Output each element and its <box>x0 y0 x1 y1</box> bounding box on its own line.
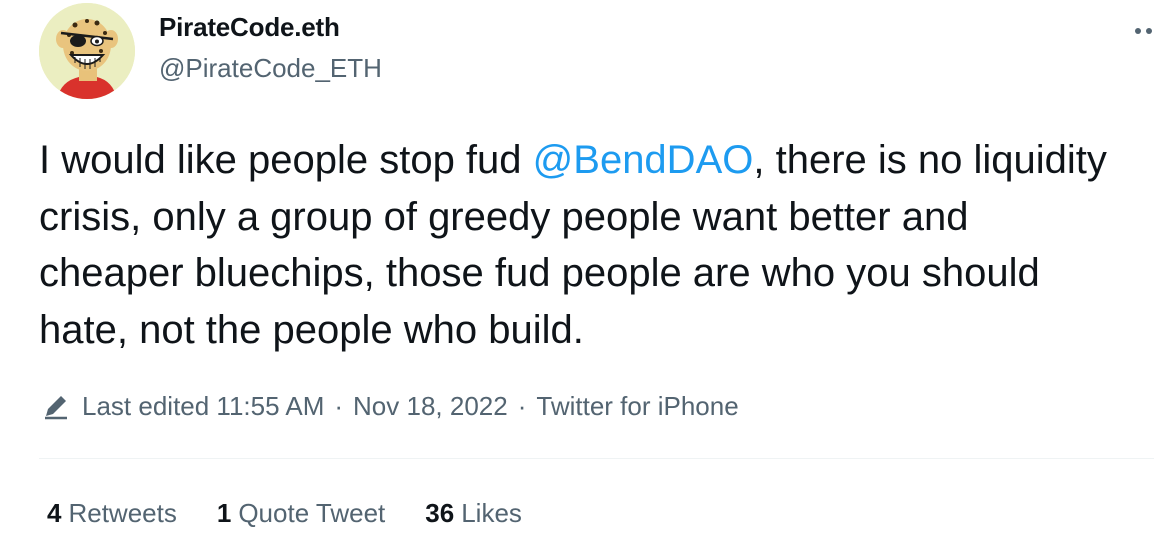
last-edited-link[interactable]: Last edited 11:55 AM <box>82 391 324 422</box>
tweet-meta: Last edited 11:55 AM · Nov 18, 2022 · Tw… <box>42 388 739 424</box>
meta-separator: · <box>517 390 527 421</box>
tweet-stats: 4 Retweets 1 Quote Tweet 36 Likes <box>47 495 562 531</box>
quote-tweets-label: Quote Tweet <box>238 497 386 528</box>
quote-tweets-stat[interactable]: 1 Quote Tweet <box>217 498 385 529</box>
tweet-date-link[interactable]: Nov 18, 2022 <box>353 391 508 422</box>
retweets-stat[interactable]: 4 Retweets <box>47 498 177 529</box>
tweet-source-link[interactable]: Twitter for iPhone <box>536 391 738 422</box>
more-options-icon[interactable] <box>1132 10 1154 40</box>
tweet-text-before: I would like people stop fud <box>39 138 533 182</box>
quote-tweets-count: 1 <box>216 497 232 528</box>
likes-stat[interactable]: 36 Likes <box>425 498 522 529</box>
retweets-label: Retweets <box>68 497 177 528</box>
likes-label: Likes <box>461 497 522 528</box>
retweets-count: 4 <box>47 497 62 528</box>
cartoon-leopard-avatar-icon <box>39 3 135 99</box>
author-display-name[interactable]: PirateCode.eth <box>159 12 340 43</box>
mention-link[interactable]: @BendDAO <box>533 138 754 182</box>
pencil-icon <box>45 396 67 420</box>
tweet-text: I would like people stop fud @BendDAO, t… <box>39 132 1119 358</box>
divider <box>39 458 1154 459</box>
likes-count: 36 <box>425 497 455 528</box>
meta-separator: · <box>334 390 344 421</box>
author-avatar[interactable] <box>39 3 135 99</box>
author-handle[interactable]: @PirateCode_ETH <box>159 53 382 84</box>
